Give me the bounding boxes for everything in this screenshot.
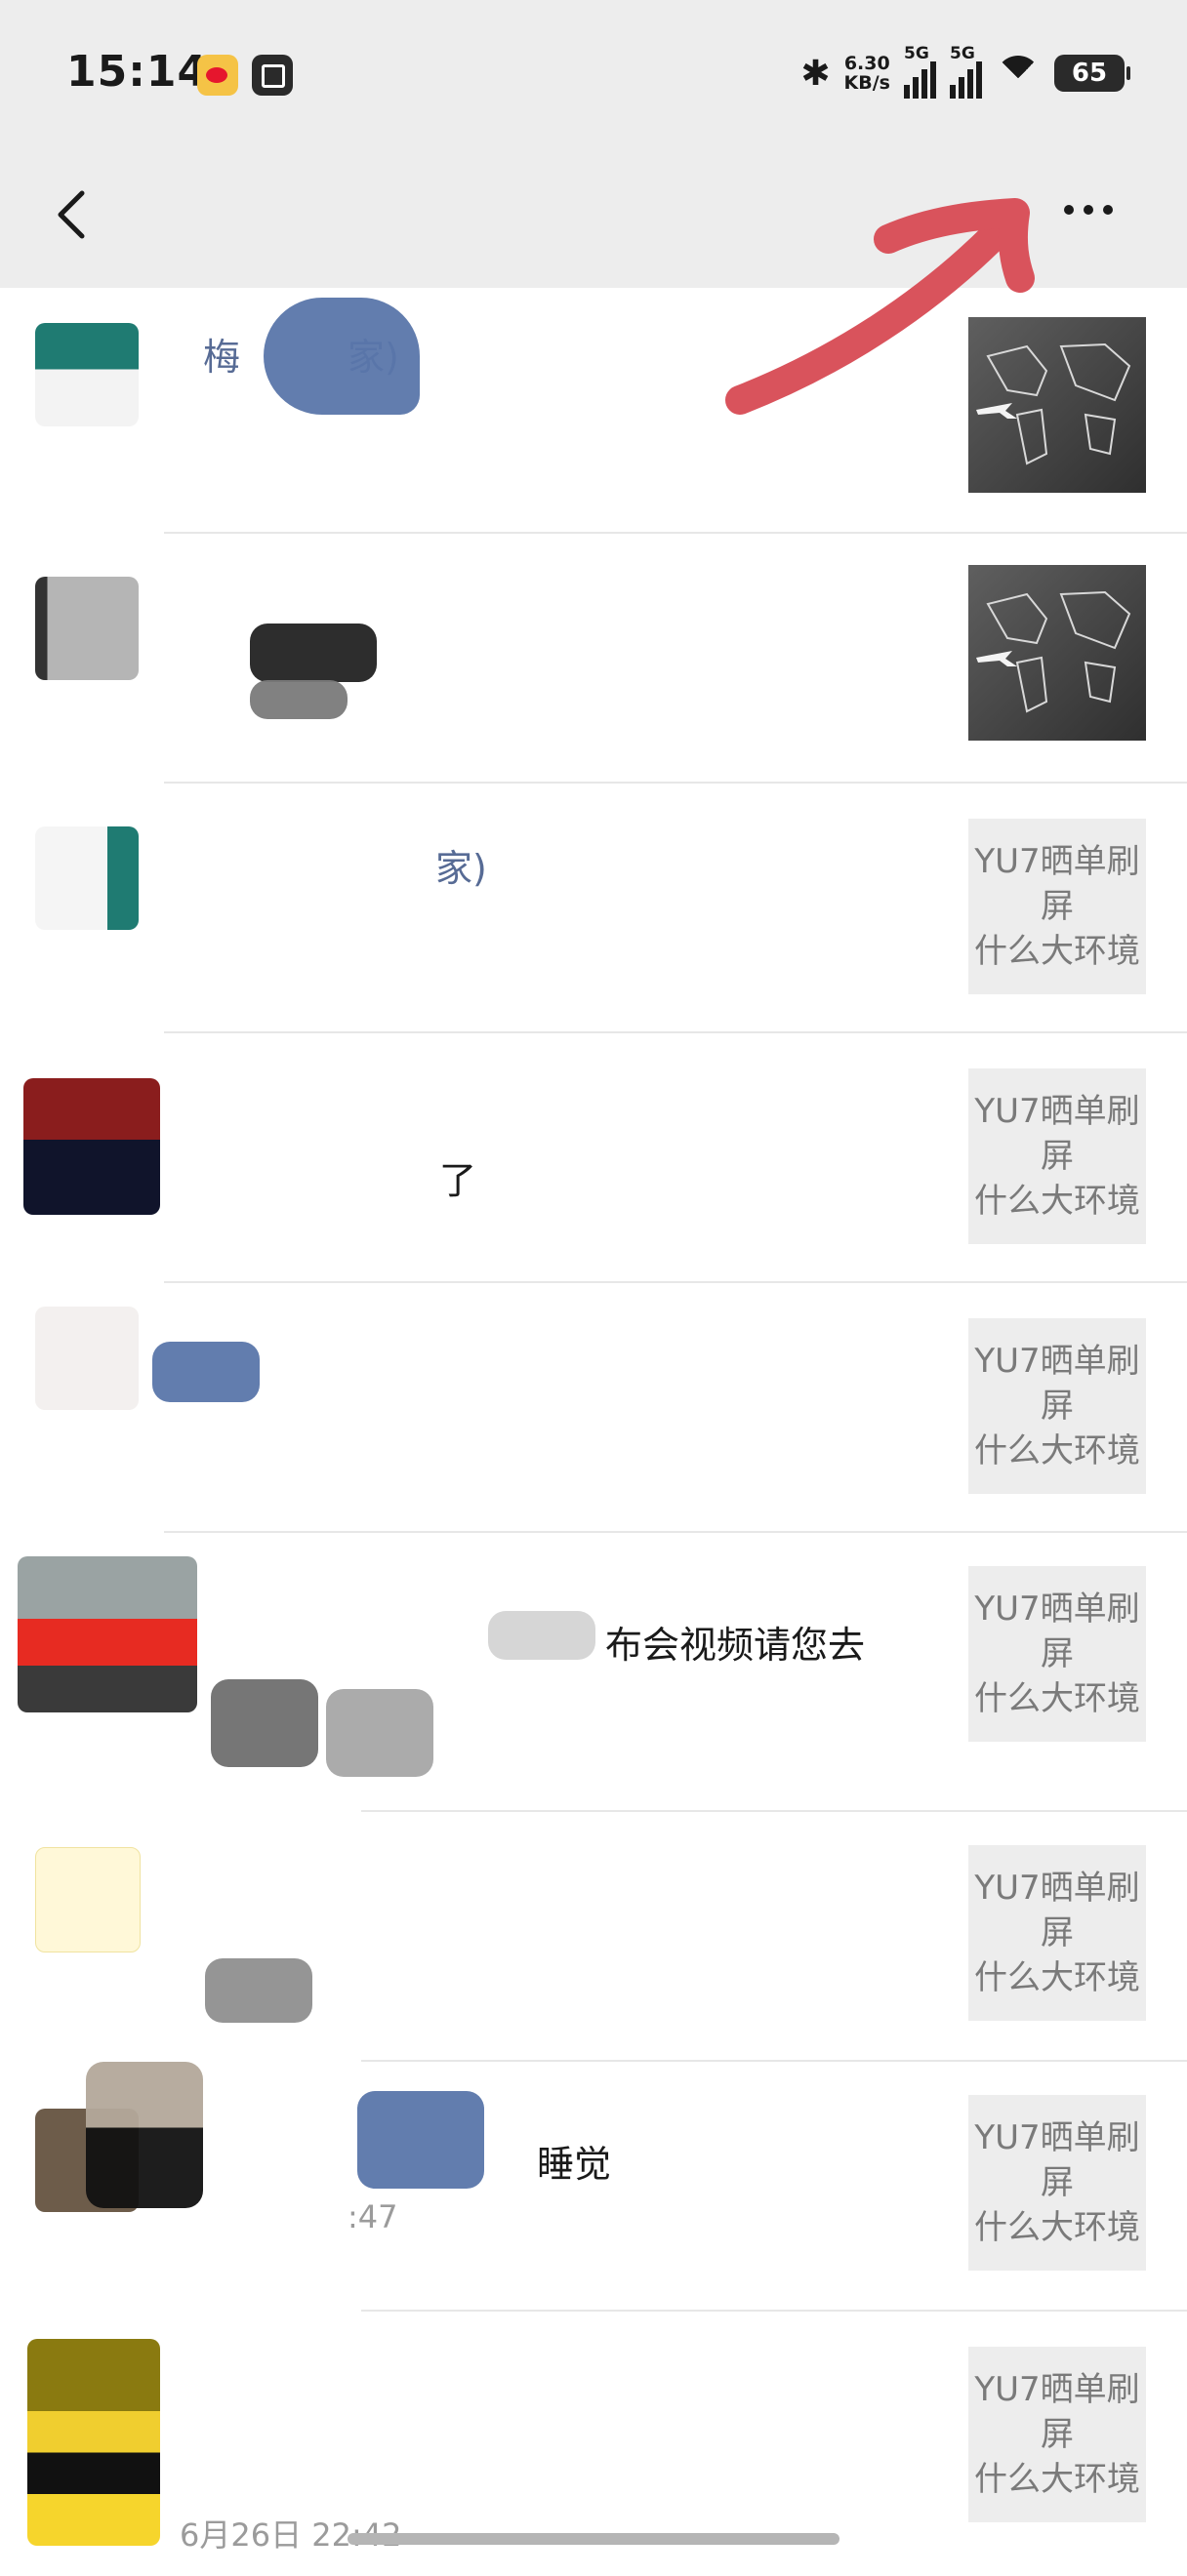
battery-icon: 65 bbox=[1054, 55, 1130, 92]
message-preview: 了 bbox=[439, 1159, 477, 1202]
redaction-scribble bbox=[357, 2091, 484, 2189]
link-thumbnail[interactable] bbox=[968, 565, 1146, 741]
redaction-scribble bbox=[86, 2062, 203, 2208]
link-thumbnail[interactable]: YU7晒单刷 屏 什么大环境 bbox=[968, 1566, 1146, 1742]
redaction-scribble bbox=[250, 680, 348, 719]
message-preview: 布会视频请您去 bbox=[605, 1624, 866, 1667]
link-thumbnail[interactable]: YU7晒单刷 屏 什么大环境 bbox=[968, 819, 1146, 994]
redaction-scribble bbox=[326, 1689, 433, 1777]
notes-icon bbox=[252, 55, 293, 96]
bluetooth-icon: ✱ bbox=[800, 53, 831, 94]
redaction-scribble bbox=[250, 624, 377, 682]
redaction-scribble bbox=[205, 1958, 312, 2023]
avatar[interactable] bbox=[35, 323, 139, 426]
list-item[interactable]: 布会视频请您去 YU7晒单刷 屏 什么大环境 bbox=[0, 1533, 1187, 1812]
link-thumbnail[interactable]: YU7晒单刷 屏 什么大环境 bbox=[968, 1318, 1146, 1494]
link-thumbnail[interactable]: YU7晒单刷 屏 什么大环境 bbox=[968, 2095, 1146, 2271]
redaction-scribble bbox=[211, 1679, 318, 1767]
redaction-scribble bbox=[488, 1611, 595, 1660]
redaction-scribble bbox=[264, 298, 420, 415]
signal-label: 5G bbox=[904, 44, 929, 63]
avatar[interactable] bbox=[35, 577, 139, 680]
more-dots-icon[interactable] bbox=[1064, 205, 1132, 226]
link-thumbnail[interactable]: YU7晒单刷 屏 什么大环境 bbox=[968, 1068, 1146, 1244]
avatar[interactable] bbox=[23, 1078, 160, 1215]
signal-label: 5G bbox=[950, 44, 975, 63]
message-time: :47 bbox=[348, 2198, 398, 2235]
list-item[interactable]: YU7晒单刷 屏 什么大环境 bbox=[0, 1283, 1187, 1533]
avatar[interactable] bbox=[18, 1556, 197, 1712]
list-item[interactable]: 了 YU7晒单刷 屏 什么大环境 bbox=[0, 1033, 1187, 1283]
link-thumbnail[interactable]: YU7晒单刷 屏 什么大环境 bbox=[968, 2347, 1146, 2522]
list-item[interactable]: 6月26日 22:42 YU7晒单刷 屏 什么大环境 bbox=[0, 2312, 1187, 2554]
network-speed: 6.30 KB/s bbox=[844, 54, 890, 93]
avatar[interactable] bbox=[27, 2339, 160, 2546]
link-thumbnail[interactable]: YU7晒单刷 屏 什么大环境 bbox=[968, 1845, 1146, 2021]
status-bar: 15:14 ✱ 6.30 KB/s 5G 5G 65 bbox=[0, 0, 1187, 146]
avatar[interactable] bbox=[35, 826, 139, 930]
weibo-icon bbox=[197, 55, 238, 96]
wifi-icon bbox=[996, 56, 1041, 91]
home-indicator[interactable] bbox=[348, 2533, 839, 2545]
chevron-left-icon[interactable] bbox=[45, 185, 103, 244]
redaction-scribble bbox=[152, 1342, 260, 1402]
list-item[interactable]: YU7晒单刷 屏 什么大环境 bbox=[0, 1812, 1187, 2062]
message-preview: 睡觉 bbox=[537, 2143, 612, 2186]
battery-level: 65 bbox=[1071, 59, 1108, 88]
map-image bbox=[976, 590, 1131, 713]
status-time: 15:14 bbox=[66, 47, 209, 97]
list-item[interactable]: 睡觉 :47 YU7晒单刷 屏 什么大环境 bbox=[0, 2062, 1187, 2312]
network-speed-value: 6.30 bbox=[843, 53, 890, 74]
signal-icon: 5G bbox=[950, 44, 982, 99]
annotation-arrow bbox=[725, 198, 1035, 415]
message-list: 梅家) 家) YU7晒单刷 屏 什么大环境 bbox=[0, 288, 1187, 2554]
avatar[interactable] bbox=[35, 1847, 141, 1952]
network-speed-unit: KB/s bbox=[843, 72, 890, 94]
avatar[interactable] bbox=[35, 1307, 139, 1410]
list-item[interactable]: 家) YU7晒单刷 屏 什么大环境 bbox=[0, 784, 1187, 1033]
list-item[interactable] bbox=[0, 534, 1187, 784]
sender-name: 家) bbox=[435, 847, 487, 890]
system-icons: ✱ 6.30 KB/s 5G 5G 65 bbox=[800, 44, 1130, 99]
signal-icon: 5G bbox=[904, 44, 936, 99]
